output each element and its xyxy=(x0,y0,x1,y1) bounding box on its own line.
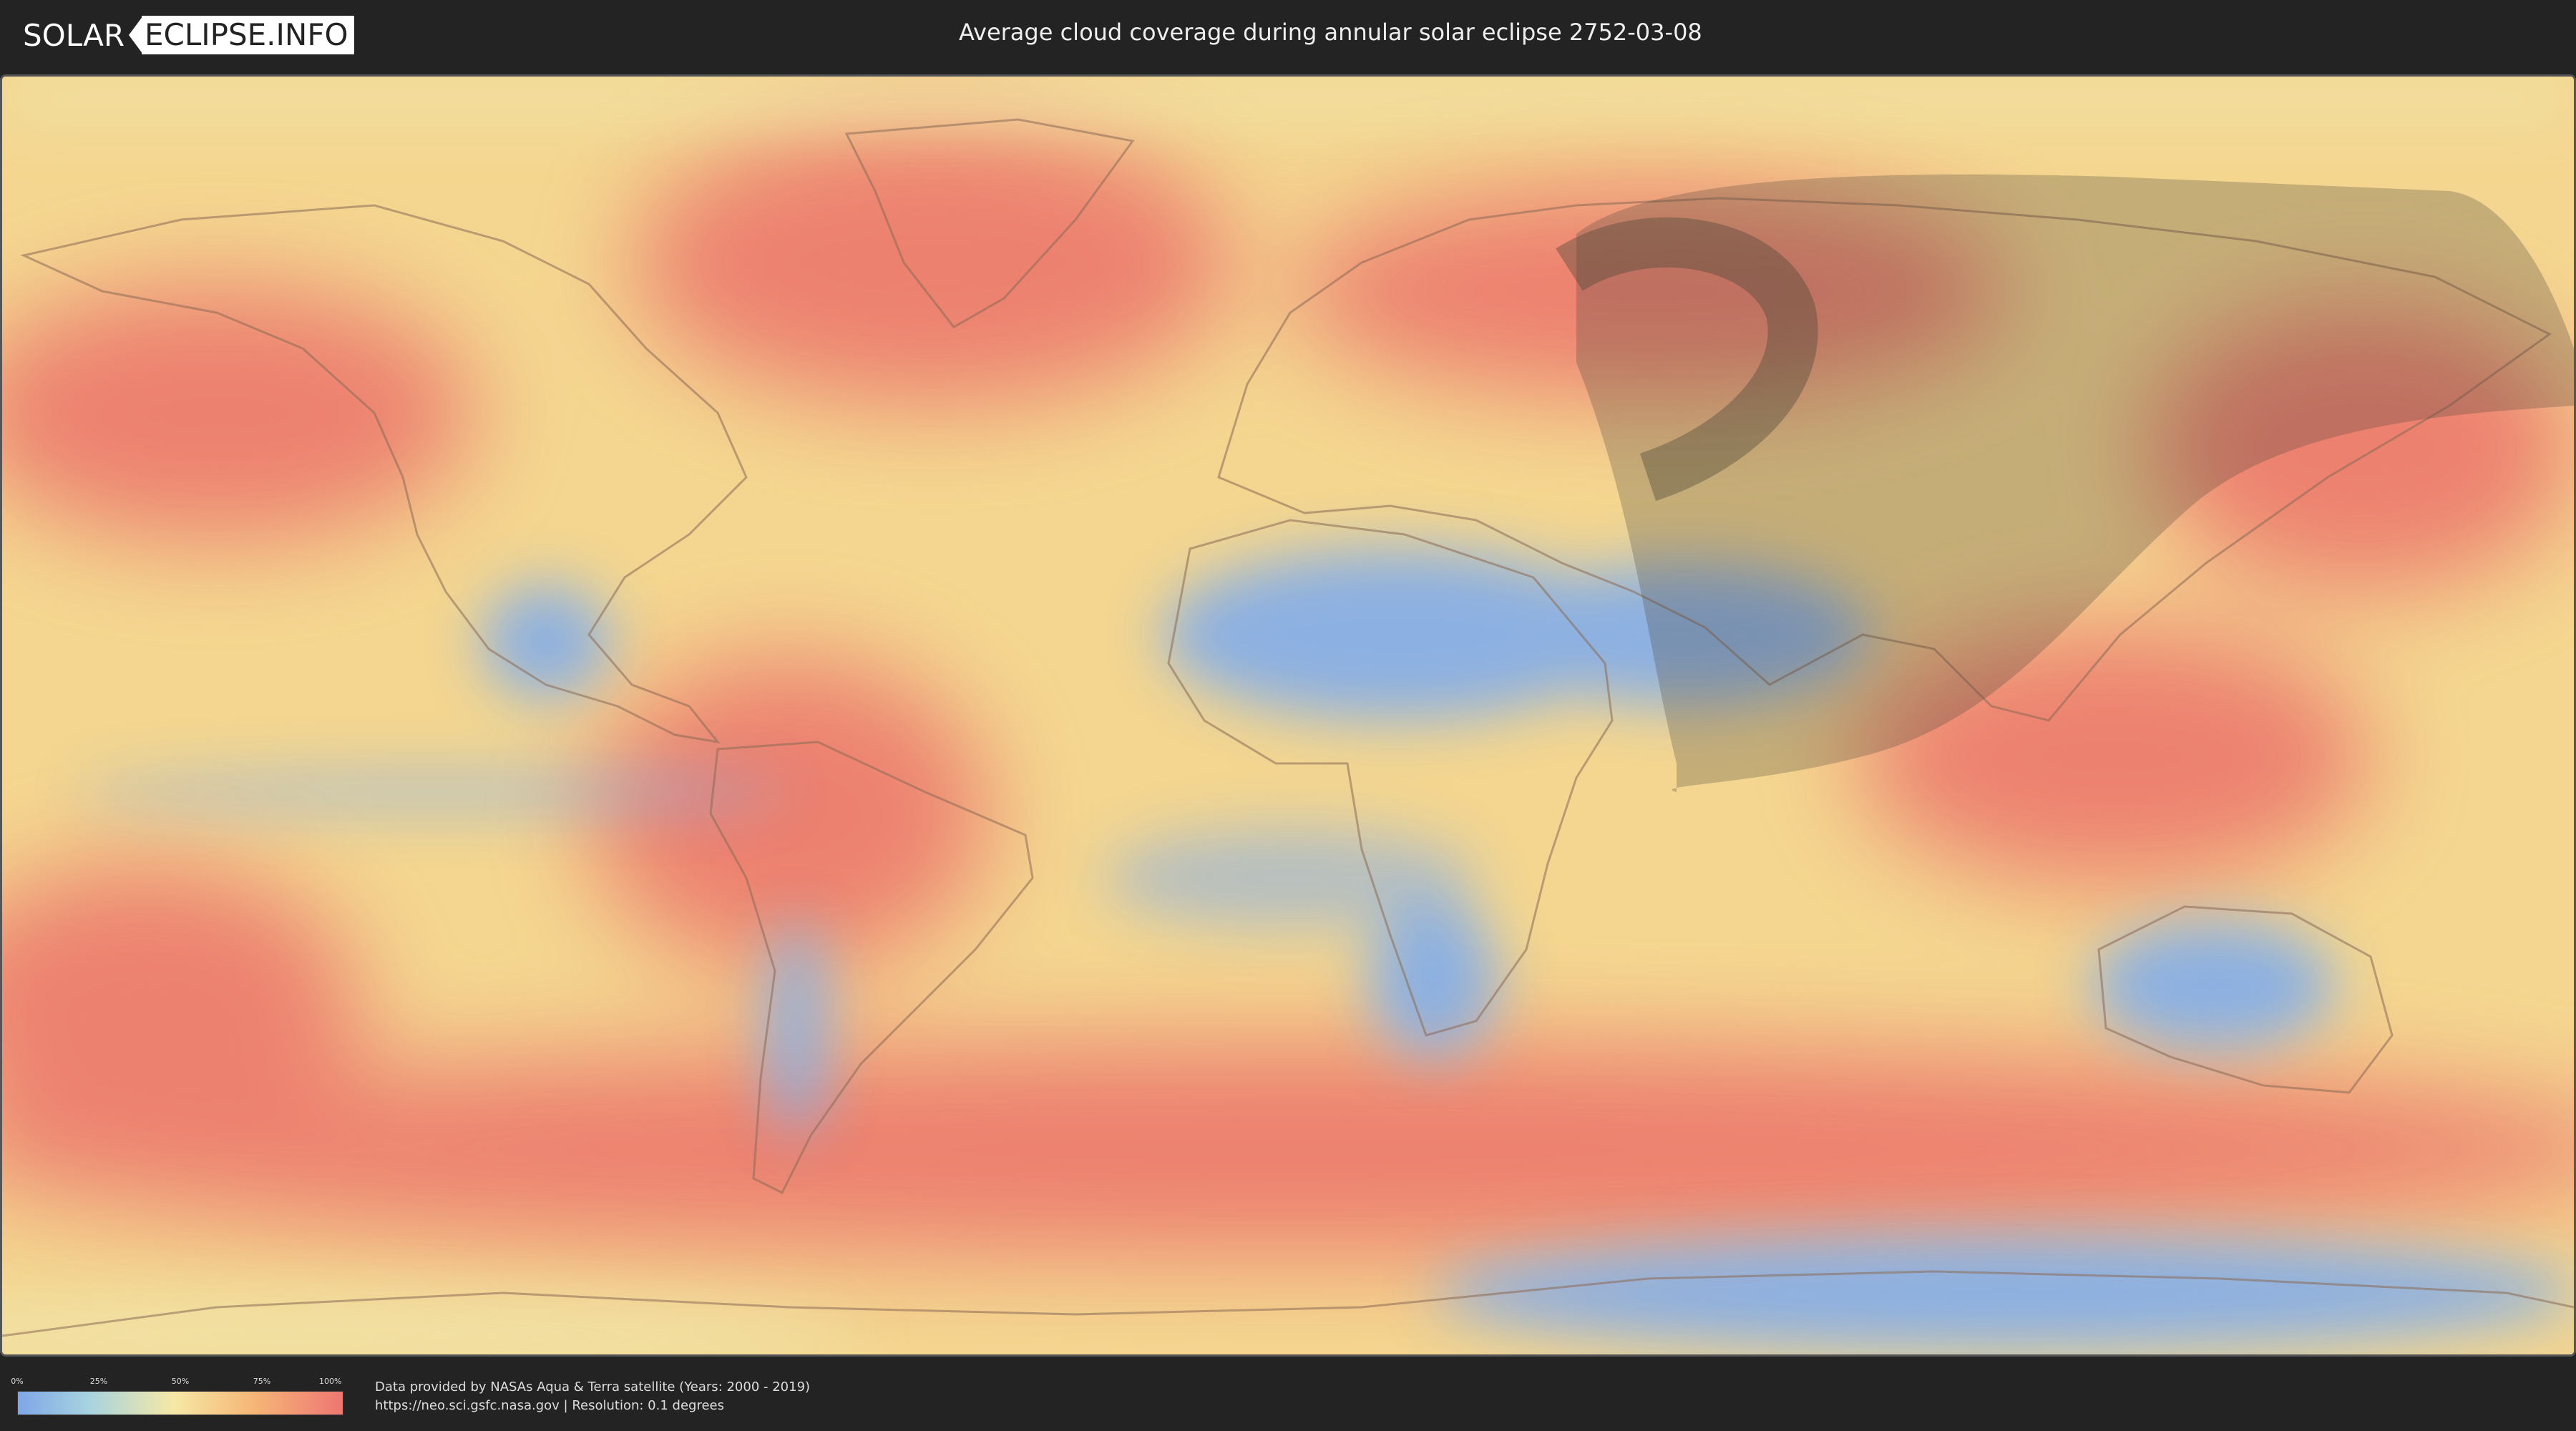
legend-tick-25: 25% xyxy=(89,1377,108,1386)
credits-line-url[interactable]: https://neo.sci.gsfc.nasa.gov | Resoluti… xyxy=(375,1397,810,1415)
map-title: Average cloud coverage during annular so… xyxy=(959,19,1702,46)
site-logo[interactable]: SOLAR ECLIPSE.INFO xyxy=(23,16,354,54)
world-map-svg xyxy=(2,77,2574,1354)
legend-ticks: 0% 25% 50% 75% 100% xyxy=(11,1377,343,1388)
logo-text-solar: SOLAR xyxy=(23,17,125,53)
footer-bar: 0% 25% 50% 75% 100% Data provided by NAS… xyxy=(0,1359,2576,1431)
cloud-coverage-legend: 0% 25% 50% 75% 100% xyxy=(11,1377,343,1415)
legend-tick-100: 100% xyxy=(319,1377,342,1386)
legend-tick-0: 0% xyxy=(11,1377,24,1386)
legend-color-bar xyxy=(17,1391,343,1415)
cloud-coverage-map[interactable] xyxy=(0,74,2576,1357)
legend-tick-50: 50% xyxy=(171,1377,190,1386)
header-bar: SOLAR ECLIPSE.INFO Average cloud coverag… xyxy=(0,0,2576,70)
legend-tick-75: 75% xyxy=(253,1377,271,1386)
logo-arrow-icon xyxy=(129,16,143,54)
logo-text-eclipse-info: ECLIPSE.INFO xyxy=(142,16,354,54)
credits-line-source: Data provided by NASAs Aqua & Terra sate… xyxy=(375,1379,811,1395)
data-credits: Data provided by NASAs Aqua & Terra sate… xyxy=(375,1378,810,1415)
